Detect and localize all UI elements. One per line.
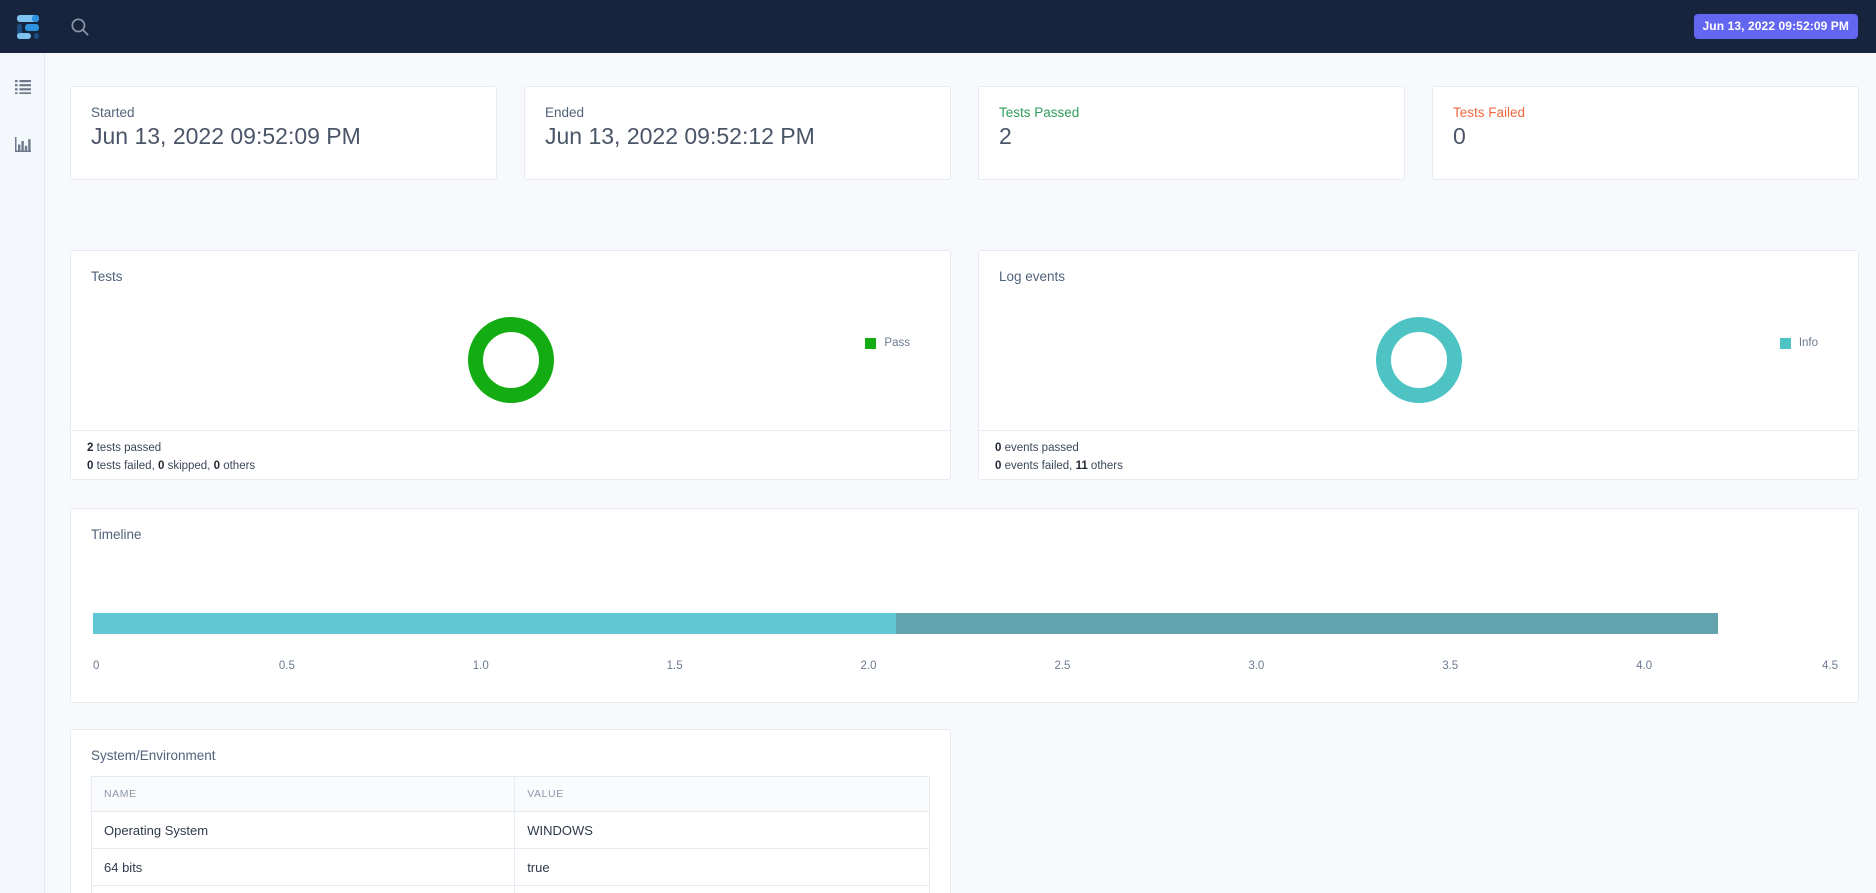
tests-summary-line-1: 2 tests passed — [87, 439, 950, 457]
tests-others-text: others — [220, 460, 256, 472]
env-name-cell: Operating System — [90, 811, 516, 849]
legend-label-info: Info — [1798, 337, 1818, 349]
kpi-value: 2 — [999, 123, 1012, 149]
system-environment-card: System/Environment NAME VALUE Operating … — [70, 729, 951, 893]
search-button[interactable] — [53, 0, 107, 53]
timeline-axis-tick: 3.5 — [1442, 660, 1459, 672]
timeline-axis-tick: 1.5 — [666, 660, 683, 672]
kpi-value: 0 — [1453, 123, 1466, 149]
log-events-donut-area — [979, 287, 1858, 432]
kpi-card-tests-passed: Tests Passed 2 — [978, 86, 1405, 180]
sidebar-item-charts[interactable] — [0, 123, 45, 165]
log-events-chart-card: Log events Info 0 events passed 0 events… — [978, 250, 1859, 480]
env-name-cell: 64 bits — [90, 848, 516, 886]
kpi-label: Started — [91, 105, 135, 120]
card-title: System/Environment — [91, 748, 216, 763]
log-events-chart-summary: 0 events passed 0 events failed, 11 othe… — [979, 430, 1858, 479]
sidebar-item-list[interactable] — [0, 66, 45, 108]
events-summary-line-1: 0 events passed — [995, 439, 1858, 457]
env-value-cell: API — [514, 885, 930, 893]
timeline-plot: 0 0.5 1.0 1.5 2.0 2.5 3.0 3.5 4.0 4.5 — [93, 575, 1838, 675]
search-icon — [70, 17, 90, 37]
timeline-axis-tick: 1.0 — [472, 660, 489, 672]
kpi-card-ended: Ended Jun 13, 2022 09:52:12 PM — [524, 86, 951, 180]
table-row: Operating System WINDOWS — [90, 811, 930, 849]
table-row: 64 bits true — [90, 848, 930, 886]
tests-passed-text: tests passed — [93, 442, 162, 454]
env-name-cell: Driver — [90, 885, 516, 893]
tests-donut-chart[interactable] — [465, 314, 557, 406]
report-portal-logo-icon — [13, 14, 41, 40]
table-header-row: NAME VALUE — [90, 776, 930, 812]
run-timestamp-badge[interactable]: Jun 13, 2022 09:52:09 PM — [1693, 14, 1858, 39]
timeline-axis-tick: 2.5 — [1054, 660, 1071, 672]
list-icon — [14, 80, 31, 94]
environment-table-head: NAME VALUE — [90, 776, 930, 812]
app-logo[interactable] — [0, 0, 53, 53]
timeline-axis-tick: 0.5 — [278, 660, 295, 672]
timeline-bar[interactable] — [93, 613, 1838, 634]
main-content: Started Jun 13, 2022 09:52:09 PM Ended J… — [46, 53, 1876, 893]
column-header-name: NAME — [90, 776, 516, 812]
tests-summary-line-2: 0 tests failed, 0 skipped, 0 others — [87, 457, 950, 475]
tests-chart-summary: 2 tests passed 0 tests failed, 0 skipped… — [71, 430, 950, 479]
events-summary-line-2: 0 events failed, 11 others — [995, 457, 1858, 475]
kpi-card-tests-failed: Tests Failed 0 — [1432, 86, 1859, 180]
events-others-count: 11 — [1075, 460, 1088, 472]
legend-label-pass: Pass — [884, 337, 910, 349]
top-bar: Jun 13, 2022 09:52:09 PM — [0, 0, 1876, 53]
kpi-value: Jun 13, 2022 09:52:12 PM — [545, 123, 815, 149]
tests-chart-card: Tests Pass 2 tests passed 0 tests failed… — [70, 250, 951, 480]
environment-table-body: Operating SystemWINDOWS64 bitstrueDriver… — [90, 811, 930, 893]
env-value-cell: true — [514, 848, 930, 886]
dashboard-root: Jun 13, 2022 09:52:09 PM Started Jun 13,… — [0, 0, 1876, 893]
timeline-axis-tick: 4.0 — [1636, 660, 1653, 672]
events-others-text: others — [1087, 460, 1123, 472]
column-header-value: VALUE — [514, 776, 930, 812]
bar-chart-icon — [14, 136, 31, 152]
kpi-label: Tests Failed — [1453, 105, 1526, 120]
timeline-axis-tick: 4.5 — [1822, 660, 1838, 672]
env-value-cell: WINDOWS — [514, 811, 930, 849]
log-events-donut-chart[interactable] — [1373, 314, 1465, 406]
timeline-axis-tick: 0 — [93, 660, 100, 672]
sidebar — [0, 53, 45, 893]
table-row: DriverAPI — [90, 885, 930, 893]
legend-swatch-info — [1779, 337, 1791, 349]
card-title: Tests — [91, 269, 123, 284]
events-failed-text: events failed, — [1001, 460, 1076, 472]
kpi-label: Tests Passed — [999, 105, 1080, 120]
tests-donut-area — [71, 287, 950, 432]
timeline-segment[interactable] — [895, 613, 1718, 634]
tests-chart-legend[interactable]: Pass — [865, 337, 910, 349]
events-passed-text: events passed — [1001, 442, 1079, 454]
timeline-x-axis: 0 0.5 1.0 1.5 2.0 2.5 3.0 3.5 4.0 4.5 — [93, 660, 1838, 680]
timeline-axis-tick: 2.0 — [860, 660, 877, 672]
kpi-value: Jun 13, 2022 09:52:09 PM — [91, 123, 361, 149]
environment-table: NAME VALUE Operating System WINDOWS 64 bit… — [90, 776, 930, 893]
tests-failed-text: tests failed, — [93, 460, 158, 472]
timeline-segment[interactable] — [93, 613, 896, 634]
timeline-axis-tick: 3.0 — [1248, 660, 1265, 672]
card-title: Log events — [999, 269, 1066, 284]
legend-swatch-pass — [865, 337, 877, 349]
log-events-chart-legend[interactable]: Info — [1779, 337, 1818, 349]
card-title: Timeline — [91, 527, 142, 542]
kpi-label: Ended — [545, 105, 585, 120]
timeline-card: Timeline 0 0.5 1.0 1.5 2.0 2.5 3.0 3.5 4.0 4.5 — [70, 508, 1859, 703]
tests-skipped-text: skipped, — [164, 460, 214, 472]
kpi-card-started: Started Jun 13, 2022 09:52:09 PM — [70, 86, 497, 180]
